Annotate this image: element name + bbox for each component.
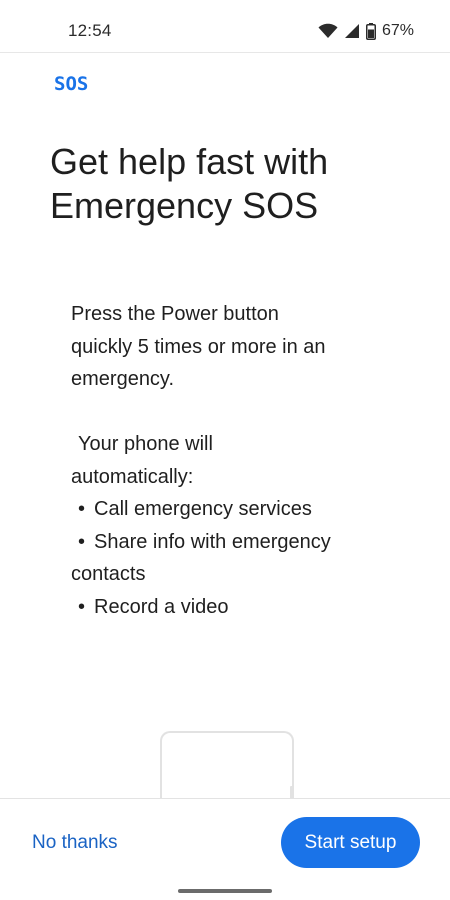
bottom-action-bar: No thanks Start setup xyxy=(0,798,450,900)
bullet-dot: • xyxy=(78,498,86,520)
battery-percentage: 67% xyxy=(381,22,414,39)
bullet-item: • Call emergency services xyxy=(71,493,401,526)
emergency-sos-setup-screen: 12:54 67% SOS Get help fast with Emergen… xyxy=(0,0,450,900)
bullet-text: Share info with emergency xyxy=(94,530,331,553)
cellular-signal-icon xyxy=(344,23,360,39)
status-bar: 12:54 67% xyxy=(0,0,450,53)
title-line-2: Emergency SOS xyxy=(50,185,319,226)
description-line-2: quickly 5 times or more in an xyxy=(71,335,326,358)
status-time: 12:54 xyxy=(68,21,112,40)
bullet-text: Call emergency services xyxy=(94,498,312,520)
intro-line-2: automatically: xyxy=(71,465,194,488)
bullet-text: Record a video xyxy=(94,595,229,618)
bullet-continuation: contacts xyxy=(71,563,146,585)
bullet-item: • Share info with emergency xyxy=(71,526,401,559)
battery-icon xyxy=(365,22,376,40)
start-setup-button[interactable]: Start setup xyxy=(281,817,420,868)
navigation-handle[interactable] xyxy=(178,889,272,893)
bullet-item: • Record a video xyxy=(71,591,401,624)
description-line-3: emergency. xyxy=(71,368,175,390)
wifi-icon xyxy=(318,23,338,39)
intro-line-1: Your phone will xyxy=(78,433,213,455)
description: Press the Power button quickly 5 times o… xyxy=(71,298,401,623)
page-title: Get help fast with Emergency SOS xyxy=(50,140,410,228)
bullet-dot: • xyxy=(78,595,86,618)
no-thanks-button[interactable]: No thanks xyxy=(30,827,120,859)
sos-logo: SOS xyxy=(54,73,89,95)
bullet-dot: • xyxy=(78,530,86,553)
status-icons: 67% xyxy=(318,20,414,42)
title-line-1: Get help fast with xyxy=(50,141,329,182)
description-line-1: Press the Power button xyxy=(71,303,279,325)
